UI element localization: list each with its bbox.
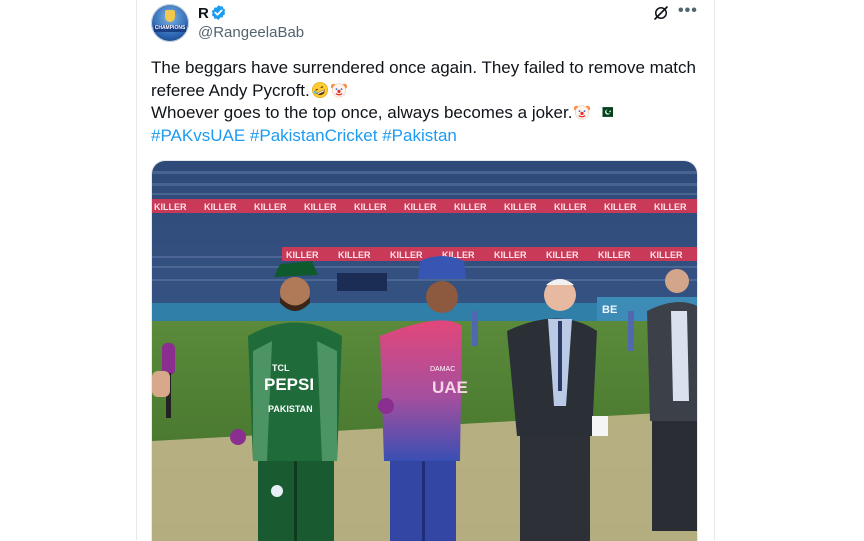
svg-text:KILLER: KILLER	[546, 250, 579, 260]
svg-text:KILLER: KILLER	[554, 202, 587, 212]
scoreboard	[337, 273, 387, 291]
svg-text:DAMAC: DAMAC	[430, 366, 455, 373]
svg-text:KILLER: KILLER	[404, 202, 437, 212]
svg-text:UAE: UAE	[432, 378, 468, 397]
rofl-emoji-icon	[311, 81, 328, 98]
svg-text:PEPSI: PEPSI	[264, 375, 314, 394]
svg-text:KILLER: KILLER	[338, 250, 371, 260]
tweet-line-1: The beggars have surrendered once again.…	[151, 58, 696, 77]
svg-text:KILLER: KILLER	[390, 250, 423, 260]
svg-text:KILLER: KILLER	[504, 202, 537, 212]
hashtag-line: #PAKvsUAE #PakistanCricket #Pakistan	[151, 125, 701, 148]
clown-emoji-icon	[330, 82, 347, 97]
svg-text:KILLER: KILLER	[286, 250, 319, 260]
toss-scene-illustration: KILLER KILLER KILLER KILLER KILLER KILLE…	[152, 161, 697, 541]
more-icon[interactable]: •••	[678, 2, 698, 20]
hashtag-link[interactable]: #Pakistan	[382, 126, 457, 145]
avatar-label: CHAMPIONS	[154, 25, 186, 32]
svg-text:KILLER: KILLER	[354, 202, 387, 212]
author-name[interactable]: R	[198, 5, 209, 23]
ad-board-top-text: KILLER KILLER KILLER KILLER KILLER KILLE…	[154, 202, 687, 212]
svg-text:KILLER: KILLER	[604, 202, 637, 212]
svg-text:TCL: TCL	[272, 363, 290, 373]
verified-badge-icon	[211, 5, 226, 20]
svg-text:KILLER: KILLER	[304, 202, 337, 212]
clown-emoji-icon	[574, 105, 591, 120]
author-handle[interactable]: @RangeelaBab	[198, 24, 304, 42]
grok-icon[interactable]	[652, 4, 670, 22]
tweet-line-2: referee Andy Pycroft.	[151, 80, 701, 103]
svg-text:KILLER: KILLER	[204, 202, 237, 212]
tweet-line-2-text: referee Andy Pycroft.	[151, 80, 310, 100]
svg-text:KILLER: KILLER	[654, 202, 687, 212]
hashtag-link[interactable]: #PakistanCricket	[250, 126, 378, 145]
svg-text:KILLER: KILLER	[598, 250, 631, 260]
svg-text:KILLER: KILLER	[154, 202, 187, 212]
tweet-text: The beggars have surrendered once again.…	[151, 57, 701, 147]
background-player	[628, 311, 634, 351]
billboard-text: BE	[602, 304, 617, 316]
pakistan-flag-icon	[599, 107, 614, 117]
background-player	[472, 311, 478, 346]
svg-text:KILLER: KILLER	[494, 250, 527, 260]
svg-text:PAKISTAN: PAKISTAN	[268, 404, 313, 414]
tweet-line-3: Whoever goes to the top once, always bec…	[151, 102, 701, 125]
svg-text:KILLER: KILLER	[254, 202, 287, 212]
svg-text:KILLER: KILLER	[454, 202, 487, 212]
trophy-icon	[165, 10, 175, 22]
tweet-line-3-text: Whoever goes to the top once, always bec…	[151, 103, 573, 122]
svg-text:KILLER: KILLER	[650, 250, 683, 260]
tweet-media-image[interactable]: KILLER KILLER KILLER KILLER KILLER KILLE…	[151, 160, 698, 541]
hashtag-link[interactable]: #PAKvsUAE	[151, 126, 245, 145]
official-right	[647, 269, 697, 531]
avatar[interactable]: CHAMPIONS	[151, 4, 189, 42]
